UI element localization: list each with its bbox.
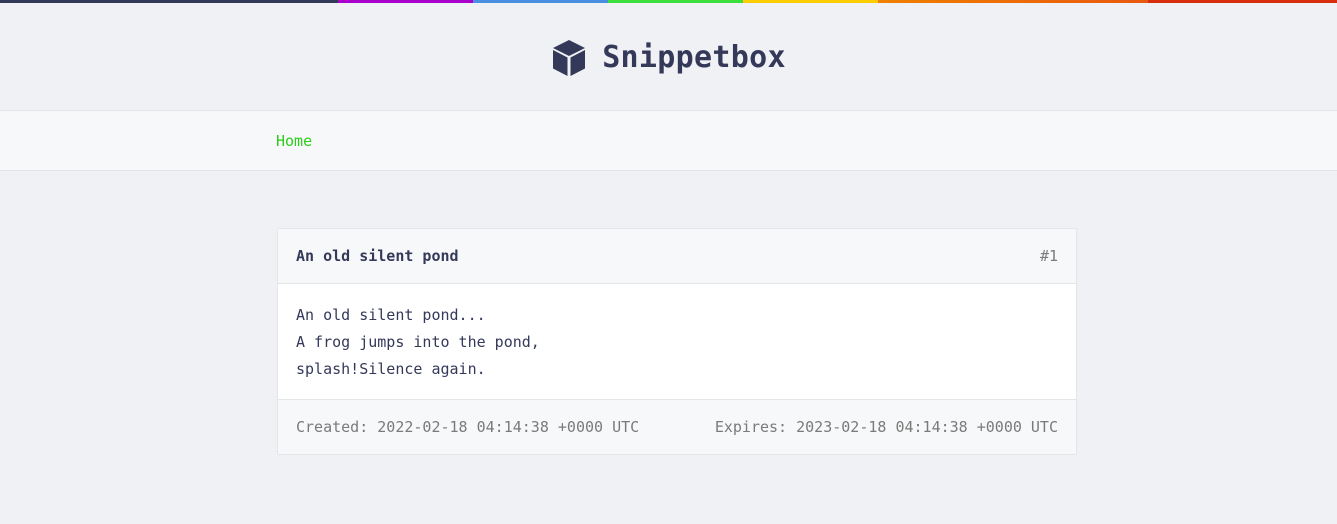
rainbow-segment <box>743 0 878 3</box>
main-content: An old silent pond #1 An old silent pond… <box>277 228 1077 455</box>
snippet-expires: Expires: 2023-02-18 04:14:38 +0000 UTC <box>714 418 1058 436</box>
rainbow-segment <box>338 0 473 3</box>
brand-name: Snippetbox <box>602 40 786 75</box>
snippet-id: #1 <box>1039 247 1058 265</box>
site-header: Snippetbox <box>0 3 1337 111</box>
rainbow-segment <box>0 0 338 3</box>
cube-icon <box>553 39 586 76</box>
main-nav: Home <box>0 111 1337 171</box>
snippet-content: An old silent pond... A frog jumps into … <box>296 306 540 378</box>
rainbow-segment <box>608 0 743 3</box>
rainbow-bar <box>0 0 1337 3</box>
nav-home-link[interactable]: Home <box>276 132 312 150</box>
snippet-footer: Created: 2022-02-18 04:14:38 +0000 UTC E… <box>278 399 1076 454</box>
rainbow-segment <box>473 0 608 3</box>
rainbow-segment <box>1148 0 1337 3</box>
snippet-created: Created: 2022-02-18 04:14:38 +0000 UTC <box>296 418 640 436</box>
snippet-card: An old silent pond #1 An old silent pond… <box>277 228 1077 455</box>
brand-link[interactable]: Snippetbox <box>551 39 786 77</box>
snippet-header: An old silent pond #1 <box>278 229 1076 284</box>
snippet-title: An old silent pond <box>296 247 459 265</box>
rainbow-segment <box>878 0 1148 3</box>
